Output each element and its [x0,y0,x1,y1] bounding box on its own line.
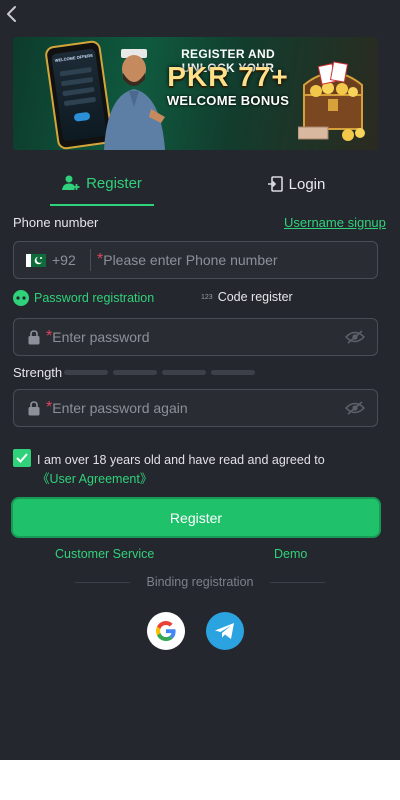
agreement-text: I am over 18 years old and have read and… [37,451,367,489]
code-register-option[interactable]: 123 Code register [201,290,293,304]
chevron-left-icon[interactable] [3,4,21,24]
phone-input[interactable]: Please enter Phone number [103,252,377,268]
country-code-selector[interactable]: +92 [52,252,90,268]
tab-register[interactable]: Register [50,162,154,206]
code-register-label: Code register [217,290,293,304]
google-icon [156,621,176,641]
agree-checkbox[interactable] [13,449,31,467]
banner-bonus-amount: PKR 77+ [153,61,303,93]
checkbox-checked-icon [16,453,28,463]
telegram-icon [215,623,234,639]
add-user-icon [62,175,80,190]
password-registration-option[interactable]: Password registration [13,290,154,306]
auth-tabs: Register Login [13,162,378,206]
field-divider [90,249,91,271]
strength-bar-segment [64,370,108,375]
confirm-password-input[interactable]: Enter password again [52,400,345,416]
strength-label: Strength [13,365,63,380]
banner-amount: 77+ [238,61,289,92]
customer-service-link[interactable]: Customer Service [55,547,154,561]
binding-registration-label: Binding registration [146,575,254,589]
banner-subheadline: WELCOME BONUS [166,93,290,108]
eye-off-icon[interactable] [345,401,365,415]
banner-phone-title: WELCOME OFFERS [54,52,94,64]
tab-login-label: Login [288,175,326,193]
strength-bar-segment [211,370,255,375]
tab-register-label: Register [86,174,142,192]
register-button[interactable]: Register [11,497,381,538]
treasure-chest-image [298,61,365,141]
password-registration-label: Password registration [34,291,155,305]
dots-circle-icon [13,290,29,306]
strength-bar-segment [113,370,157,375]
username-signup-link[interactable]: Username signup [284,215,386,230]
lock-icon [28,329,40,344]
demo-link[interactable]: Demo [274,547,307,561]
strength-bar-segment [162,370,206,375]
123-icon: 123 [201,293,213,301]
user-agreement-link[interactable]: 《User Agreement》 [37,472,152,486]
eye-off-icon[interactable] [345,330,365,344]
telegram-signup-button[interactable] [206,612,244,650]
agreement-statement: I am over 18 years old and have read and… [37,453,325,467]
divider-right [270,582,325,583]
lock-icon [28,400,40,415]
phone-number-label: Phone number [13,215,99,230]
banner-currency: PKR [167,61,230,92]
pakistan-flag-icon [26,253,46,267]
door-login-icon [267,176,283,192]
phone-field: +92 * Please enter Phone number [13,241,378,279]
promo-banner[interactable]: WELCOME OFFERS REGISTER AND UNLOCK YOUR … [13,37,378,150]
password-field: * Enter password [13,318,378,356]
confirm-password-field: * Enter password again [13,389,378,427]
google-signup-button[interactable] [147,612,185,650]
tab-login[interactable]: Login [241,162,351,206]
password-input[interactable]: Enter password [52,329,345,345]
register-screen: WELCOME OFFERS REGISTER AND UNLOCK YOUR … [0,0,400,760]
